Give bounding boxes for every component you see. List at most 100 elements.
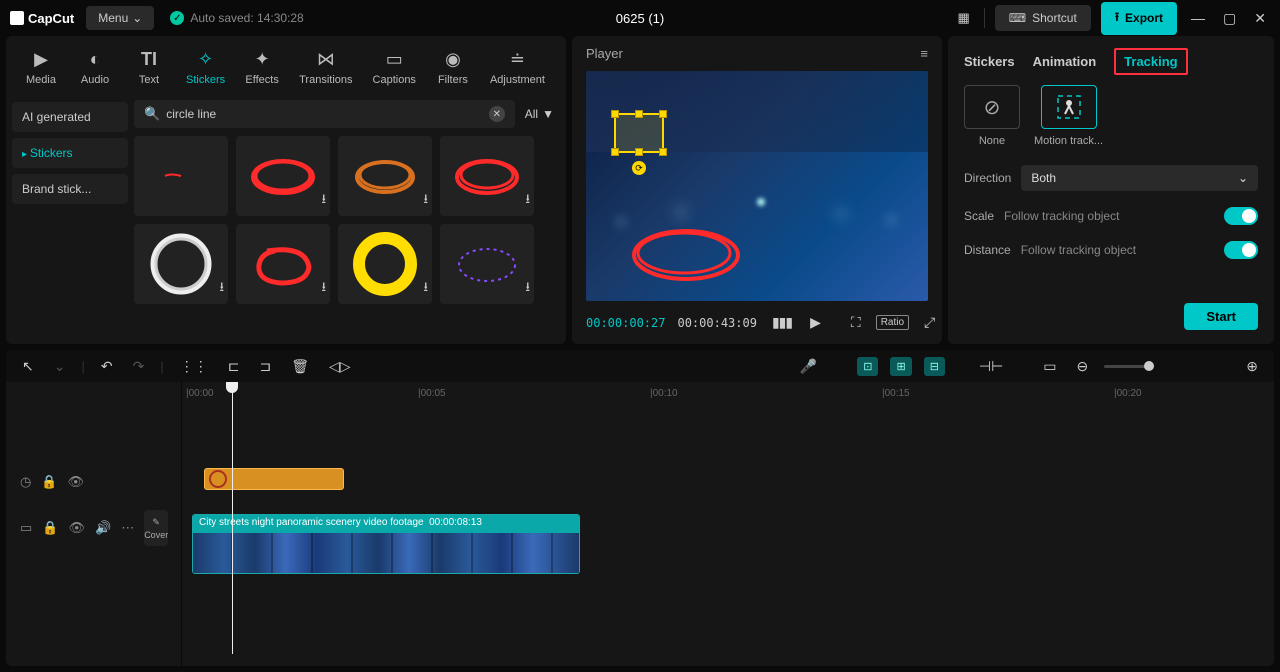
tab-effects[interactable]: ✦Effects [235,42,289,92]
library-panel: ▶Media ◐Audio TIText ✧Stickers ✦Effects … [6,36,566,344]
sticker-item[interactable]: ⭳ [338,224,432,304]
clear-search-button[interactable]: ✕ [489,106,505,122]
eye-icon[interactable]: 👁 [68,520,85,536]
eye-icon[interactable]: 👁 [68,474,85,490]
inspector-tab-animation[interactable]: Animation [1033,54,1097,69]
trim-left-button[interactable]: ⊏ [224,354,244,379]
tab-text[interactable]: TIText [122,42,176,92]
trim-right-button[interactable]: ⊐ [255,354,275,379]
menu-button[interactable]: Menu ⌄ [86,6,154,30]
menu-label: Menu [98,11,128,25]
resize-handle[interactable] [659,148,667,156]
search-box[interactable]: 🔍 ✕ [134,100,515,128]
inspector-tab-tracking[interactable]: Tracking [1114,48,1187,75]
zoom-out-button[interactable]: ⊖ [1073,354,1093,379]
rotate-handle[interactable]: ⟳ [632,161,646,175]
ruler-mark: |00:15 [882,388,910,399]
cover-button[interactable]: ✎ Cover [144,510,168,546]
export-button[interactable]: ⭱ Export [1101,2,1177,35]
tab-audio[interactable]: ◐Audio [68,42,122,92]
track-icon[interactable]: ▭ [20,520,32,536]
sticker-item[interactable] [134,136,228,216]
direction-select[interactable]: Both ⌄ [1021,165,1258,191]
magnet-icon[interactable]: ⊡ [857,357,878,376]
snap-icon[interactable]: ⊟ [924,357,945,376]
export-label: Export [1125,11,1163,25]
tab-adjustment[interactable]: ≐Adjustment [480,42,555,92]
chevron-down-icon[interactable]: ⌄ [50,354,70,379]
preview-icon[interactable]: ▭ [1039,354,1060,379]
sticker-item[interactable]: ⭳ [440,224,534,304]
timeline-ruler[interactable]: |00:00 |00:05 |00:10 |00:15 |00:20 [182,382,1274,408]
sticker-item[interactable]: ⭳ [440,136,534,216]
inspector-tab-stickers[interactable]: Stickers [964,54,1015,69]
video-clip[interactable]: City streets night panoramic scenery vid… [192,514,580,574]
more-icon[interactable]: ⋯ [121,520,134,536]
tab-filters[interactable]: ◉Filters [426,42,480,92]
zoom-slider[interactable] [1104,365,1154,368]
tracking-option-motion[interactable]: Motion track... [1034,85,1103,147]
download-icon[interactable]: ⭳ [423,190,428,212]
tab-captions[interactable]: ▭Captions [363,42,426,92]
download-icon[interactable]: ⭳ [525,278,530,300]
delete-button[interactable]: 🗑 [287,354,313,379]
download-icon[interactable]: ⭳ [423,278,428,300]
undo-button[interactable]: ↶ [97,354,117,379]
tab-stickers[interactable]: ✧Stickers [176,42,235,92]
app-logo: CapCut [10,11,74,26]
sticker-clip[interactable] [204,468,344,490]
player-viewport[interactable]: ⟳ [586,71,928,301]
menu-icon[interactable]: ≡ [920,46,928,61]
sidebar-item-ai[interactable]: AI generated [12,102,128,132]
layout-icon[interactable]: ▦ [953,6,973,30]
mute-icon[interactable]: 🔊 [95,520,111,536]
close-button[interactable]: ✕ [1250,6,1270,31]
tracking-option-none[interactable]: ⊘ None [964,85,1020,147]
filter-label: All [525,107,538,121]
sidebar-item-stickers[interactable]: Stickers [12,138,128,168]
sidebar-item-brand[interactable]: Brand stick... [12,174,128,204]
zoom-in-button[interactable]: ⊕ [1242,354,1262,379]
download-icon[interactable]: ⭳ [219,278,224,300]
resize-handle[interactable] [659,110,667,118]
search-input[interactable] [166,107,483,121]
align-icon[interactable]: ⊣⊢ [975,354,1007,379]
lock-icon[interactable]: 🔒 [42,520,58,536]
download-icon[interactable]: ⭳ [525,190,530,212]
sticker-item[interactable]: ⭳ [236,136,330,216]
split-button[interactable]: ⋮⋮ [176,354,212,379]
compare-icon[interactable]: ▮▮▮ [769,311,795,334]
media-icon: ▶ [30,48,52,70]
focus-icon[interactable]: ⛶ [848,311,864,334]
scale-toggle[interactable] [1224,207,1258,225]
resize-handle[interactable] [611,148,619,156]
download-icon[interactable]: ⭳ [321,278,326,300]
shortcut-button[interactable]: ⌨ Shortcut [995,5,1091,31]
transform-box[interactable]: ⟳ [614,113,664,153]
playhead[interactable] [232,382,233,654]
select-tool[interactable]: ↖ [18,354,38,379]
maximize-button[interactable]: ▢ [1219,6,1240,31]
download-icon[interactable]: ⭳ [321,190,326,212]
resize-handle[interactable] [611,110,619,118]
redo-button[interactable]: ↷ [129,354,149,379]
sticker-item[interactable]: ⭳ [338,136,432,216]
resize-handle[interactable] [635,110,643,118]
fullscreen-icon[interactable]: ⤢ [921,311,938,334]
lock-icon[interactable]: 🔒 [41,474,57,490]
tab-media[interactable]: ▶Media [14,42,68,92]
start-button[interactable]: Start [1184,303,1258,330]
resize-handle[interactable] [635,148,643,156]
mirror-button[interactable]: ◁▷ [325,354,355,379]
play-button[interactable]: ▶ [807,311,824,334]
filter-button[interactable]: All ▼ [525,107,554,121]
minimize-button[interactable]: — [1187,6,1209,30]
distance-toggle[interactable] [1224,241,1258,259]
tab-transitions[interactable]: ⋈Transitions [289,42,362,92]
sticker-item[interactable]: ⭳ [236,224,330,304]
mic-icon[interactable]: 🎤 [796,354,821,379]
sticker-item[interactable]: ⭳ [134,224,228,304]
ratio-button[interactable]: Ratio [876,315,909,330]
link-icon[interactable]: ⊞ [890,357,911,376]
clock-icon[interactable]: ◷ [20,474,31,490]
